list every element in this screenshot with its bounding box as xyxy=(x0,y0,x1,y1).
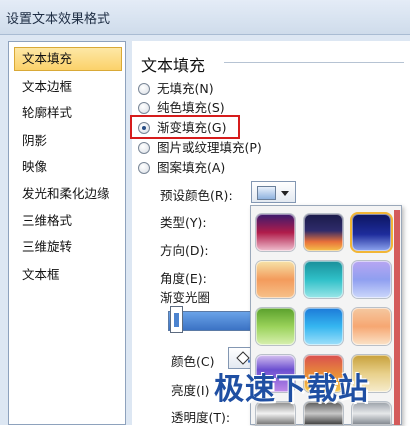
nav-item-label: 文本填充 xyxy=(22,51,73,66)
direction-label: 方向(D): xyxy=(160,243,209,258)
watermark-text: 极速下载站 xyxy=(214,372,369,407)
section-divider xyxy=(224,62,404,63)
highlight-box xyxy=(130,115,240,139)
preset-gradient-tile[interactable] xyxy=(304,308,343,345)
nav-item-reflection[interactable]: 映像 xyxy=(14,155,122,179)
nav-item-label: 三维旋转 xyxy=(22,239,73,254)
title-bar: 设置文本效果格式 xyxy=(0,0,410,35)
brightness-label: 亮度(I) xyxy=(171,383,210,398)
gradient-stops-label: 渐变光圈 xyxy=(160,290,211,305)
window-title: 设置文本效果格式 xyxy=(6,12,111,27)
radio-label: 无填充(N) xyxy=(157,81,214,96)
nav-item-label: 发光和柔化边缘 xyxy=(22,186,110,201)
preset-gradient-tile[interactable] xyxy=(304,261,343,298)
nav-item-label: 阴影 xyxy=(22,133,48,148)
angle-label: 角度(E): xyxy=(160,271,207,286)
nav-item-text-box[interactable]: 文本框 xyxy=(14,263,122,287)
gradient-stop-handle[interactable] xyxy=(170,306,183,333)
nav-item-3d-rotation[interactable]: 三维旋转 xyxy=(14,235,122,259)
section-title: 文本填充 xyxy=(141,56,206,75)
gallery-edge xyxy=(394,210,400,425)
radio-circle-icon xyxy=(138,83,150,95)
dropdown-arrow-icon xyxy=(281,191,289,196)
nav-item-label: 三维格式 xyxy=(22,213,73,228)
nav-item-text-fill[interactable]: 文本填充 xyxy=(14,47,122,71)
preset-gradient-tile[interactable] xyxy=(352,308,391,345)
type-label: 类型(Y): xyxy=(160,215,207,230)
transparency-label: 透明度(T): xyxy=(171,410,231,425)
nav-item-outline-style[interactable]: 轮廓样式 xyxy=(14,101,122,125)
nav-item-text-border[interactable]: 文本边框 xyxy=(14,75,122,99)
nav-item-label: 文本框 xyxy=(22,267,60,282)
preset-gradient-tile[interactable] xyxy=(352,261,391,298)
radio-label: 图片或纹理填充(P) xyxy=(157,140,262,155)
preset-gradient-tile[interactable] xyxy=(350,212,393,253)
nav-item-label: 轮廓样式 xyxy=(22,105,73,120)
preset-colors-label: 预设颜色(R): xyxy=(160,188,233,203)
radio-circle-icon xyxy=(138,142,150,154)
radio-no-fill[interactable]: 无填充(N) xyxy=(137,80,337,98)
radio-picture-texture-fill[interactable]: 图片或纹理填充(P) xyxy=(137,139,337,157)
nav-item-shadow[interactable]: 阴影 xyxy=(14,129,122,153)
radio-circle-icon xyxy=(138,102,150,114)
nav-item-3d-format[interactable]: 三维格式 xyxy=(14,209,122,233)
preset-gradient-tile[interactable] xyxy=(304,214,343,251)
radio-pattern-fill[interactable]: 图案填充(A) xyxy=(137,159,337,177)
preset-gradient-tile[interactable] xyxy=(256,308,295,345)
radio-circle-icon xyxy=(138,162,150,174)
radio-label: 图案填充(A) xyxy=(157,160,226,175)
preset-gradient-tile[interactable] xyxy=(256,214,295,251)
category-list: 文本填充 文本边框 轮廓样式 阴影 映像 发光和柔化边缘 三维格式 三维旋转 文… xyxy=(8,41,126,425)
preset-colors-dropdown[interactable] xyxy=(251,181,296,203)
nav-item-glow-soft-edges[interactable]: 发光和柔化边缘 xyxy=(14,182,122,206)
nav-item-label: 文本边框 xyxy=(22,79,73,94)
color-label: 颜色(C) xyxy=(171,354,215,369)
nav-item-label: 映像 xyxy=(22,159,48,174)
preset-gradient-tile[interactable] xyxy=(256,261,295,298)
gradient-swatch-icon xyxy=(257,186,276,200)
